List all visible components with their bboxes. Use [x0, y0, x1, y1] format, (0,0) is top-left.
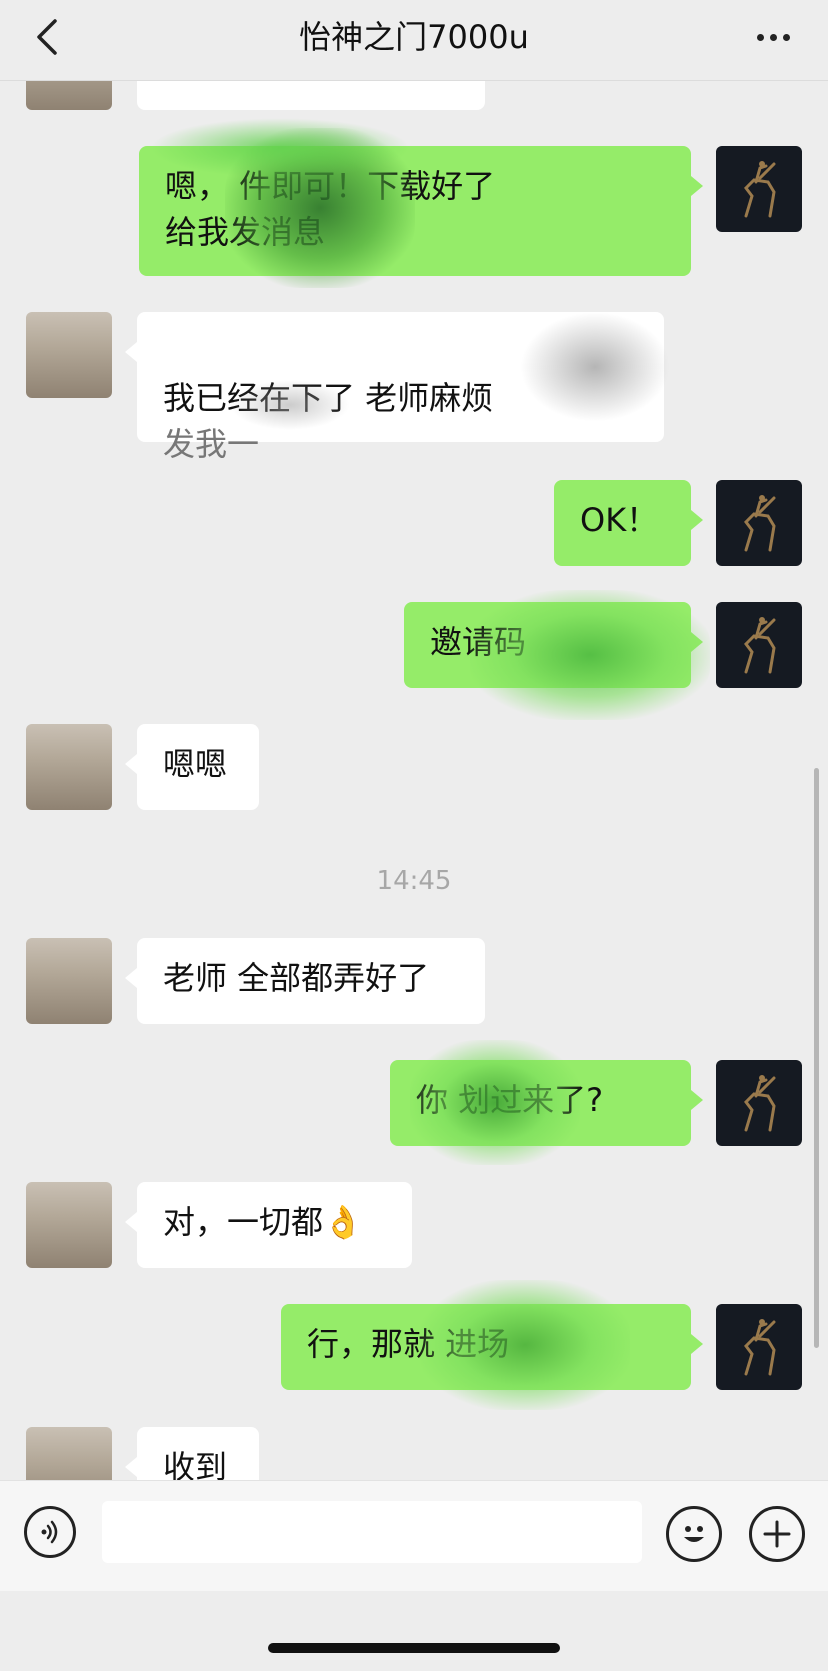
message-bubble-incoming[interactable]: 收到	[125, 1427, 259, 1480]
more-dots-icon	[756, 33, 764, 41]
more-dots-icon	[769, 33, 777, 41]
more-button[interactable]	[748, 14, 798, 60]
self-avatar[interactable]	[716, 602, 802, 688]
plus-icon	[763, 1520, 791, 1548]
message-bubble-incoming[interactable]: 我已经在下了 老师麻烦 发我一	[125, 312, 664, 463]
chat-title: 怡神之门7000u	[299, 18, 529, 56]
polo-horse-icon	[744, 495, 776, 552]
polo-horse-icon	[744, 161, 776, 218]
contact-avatar[interactable]	[26, 1427, 112, 1480]
polo-horse-icon	[744, 1075, 776, 1132]
voice-button[interactable]	[24, 1506, 76, 1558]
voice-icon	[41, 1520, 58, 1544]
header-bar: 怡神之门7000u	[0, 0, 828, 81]
scrollbar[interactable]	[814, 768, 819, 1348]
contact-avatar[interactable]	[26, 1182, 112, 1268]
timestamp: 14:45	[376, 866, 452, 896]
self-avatar[interactable]	[716, 1060, 802, 1146]
input-bar	[0, 1480, 828, 1591]
emoji-button[interactable]	[666, 1506, 722, 1562]
emoji-icon	[684, 1526, 704, 1542]
home-indicator[interactable]	[268, 1643, 560, 1653]
self-avatar[interactable]	[716, 146, 802, 232]
self-avatar[interactable]	[716, 1304, 802, 1390]
message-bubble-outgoing[interactable]: 嗯， 件即可！下载好了 给我发消息	[139, 146, 703, 276]
contact-avatar[interactable]	[26, 938, 112, 1024]
message-bubble-incoming[interactable]: 对，一切都👌	[125, 1182, 412, 1268]
message-input[interactable]	[102, 1501, 642, 1563]
message-bubble-outgoing[interactable]: 你 划过来了?	[390, 1060, 703, 1146]
polo-horse-icon	[744, 1319, 776, 1376]
message-bubble-incoming[interactable]: 老师 全部都弄好了	[125, 938, 485, 1024]
message-bubble-outgoing[interactable]: 行，那就 进场	[281, 1304, 703, 1390]
message-bubble-incoming[interactable]: 嗯嗯	[125, 724, 259, 810]
message-bubble-outgoing[interactable]: 邀请码	[404, 602, 703, 688]
add-button[interactable]	[749, 1506, 805, 1562]
contact-avatar[interactable]	[26, 312, 112, 398]
message-bubble-outgoing[interactable]: OK！	[554, 480, 703, 566]
self-avatar[interactable]	[716, 480, 802, 566]
more-dots-icon	[782, 33, 790, 41]
chat-area[interactable]: 嗯， 件即可！下载好了 给我发消息 我已经在下了 老师麻烦 发我一 OK！ 邀请码…	[0, 0, 828, 1480]
contact-avatar[interactable]	[26, 724, 112, 810]
polo-horse-icon	[744, 617, 776, 674]
